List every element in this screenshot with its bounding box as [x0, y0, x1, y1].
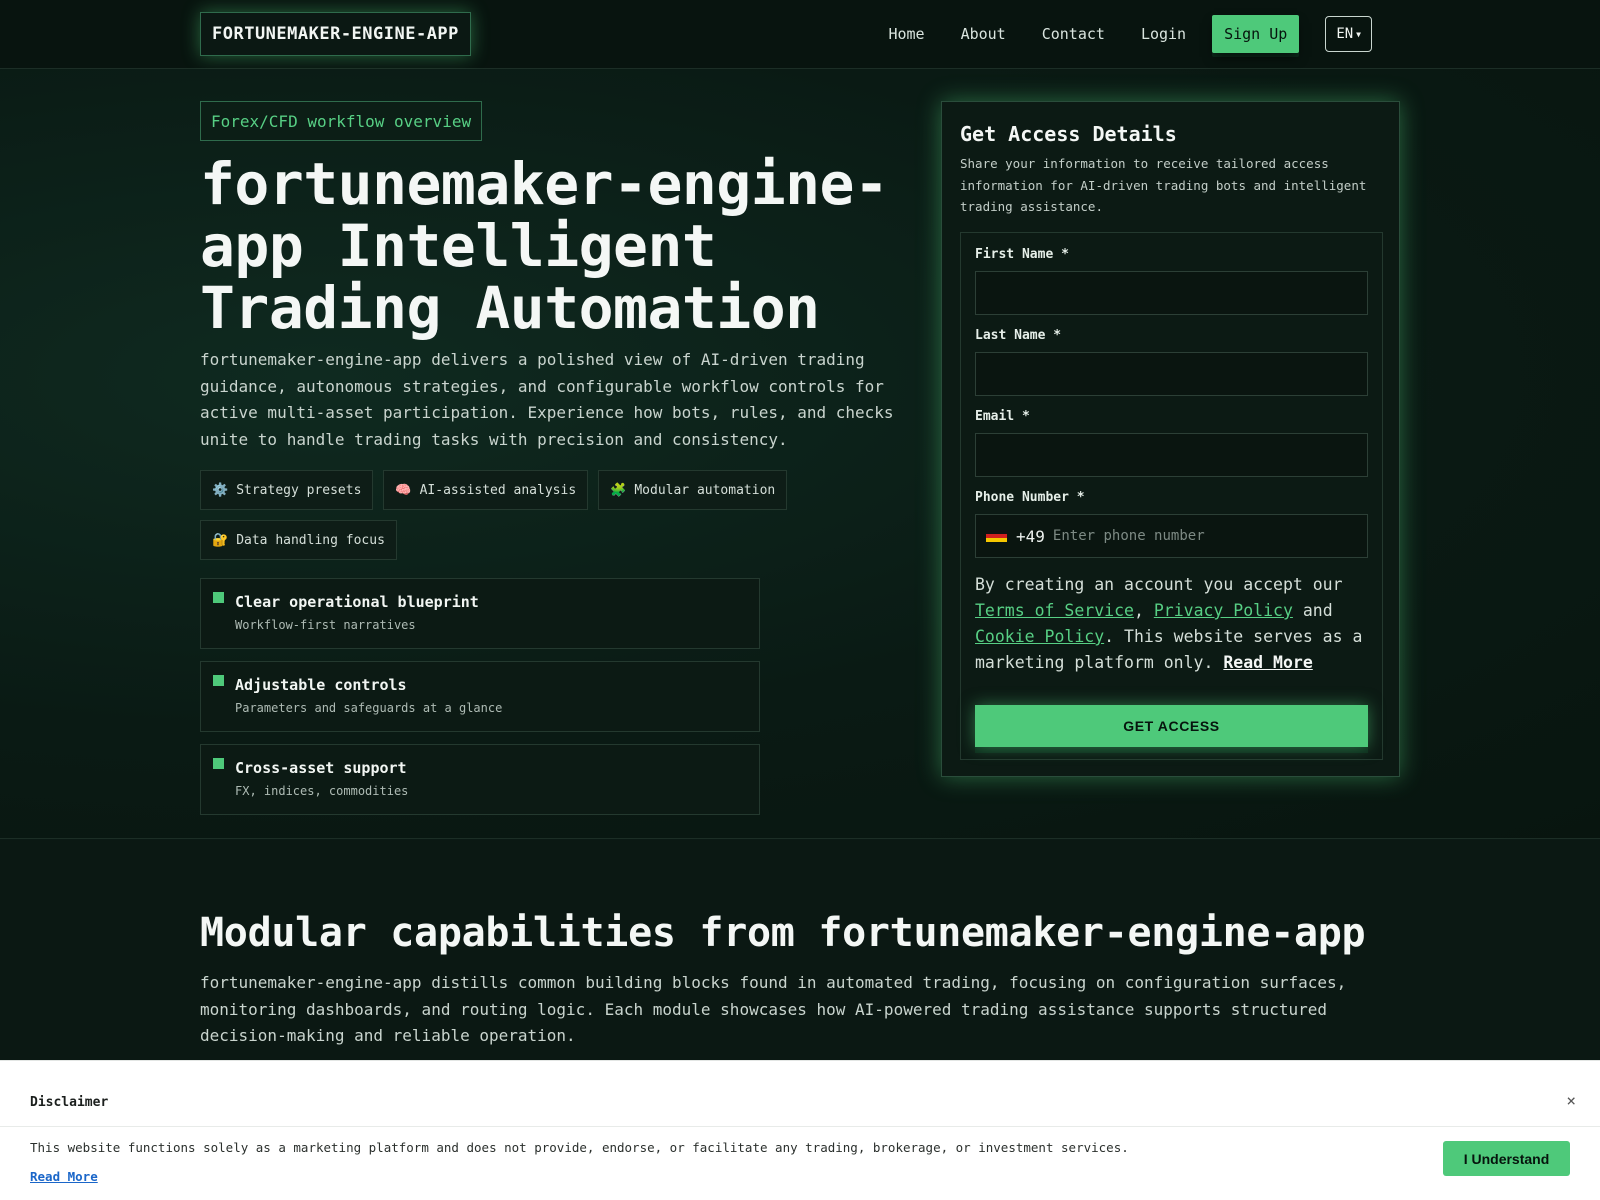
- feature-list: Clear operational blueprint Workflow-fir…: [200, 578, 760, 827]
- cookie-link[interactable]: Cookie Policy: [975, 627, 1104, 646]
- hero-badge: Forex/CFD workflow overview: [200, 101, 483, 141]
- chip-ai-analysis: 🧠 AI-assisted analysis: [383, 470, 589, 510]
- access-form-card: Get Access Details Share your informatio…: [941, 101, 1400, 777]
- phone-dial-code: +49: [1016, 526, 1045, 546]
- brain-icon: 🧠: [395, 482, 412, 498]
- chip-modular-automation: 🧩 Modular automation: [598, 470, 788, 510]
- email-label: Email *: [975, 409, 1030, 424]
- disclaimer-banner: Disclaimer × This website functions sole…: [0, 1060, 1600, 1200]
- section-description: fortunemaker-engine-app distills common …: [200, 973, 1347, 1045]
- form-subtitle: Share your information to receive tailor…: [960, 156, 1367, 214]
- feature-chips: ⚙️ Strategy presets 🧠 AI-assisted analys…: [200, 470, 820, 560]
- de-flag-icon[interactable]: [986, 529, 1007, 543]
- sign-up-button[interactable]: Sign Up: [1212, 15, 1300, 53]
- last-name-label: Last Name *: [975, 328, 1062, 343]
- logo[interactable]: FORTUNEMAKER-ENGINE-APP: [200, 12, 471, 56]
- first-name-label: First Name *: [975, 247, 1069, 262]
- privacy-link[interactable]: Privacy Policy: [1154, 601, 1293, 620]
- nav-link-login[interactable]: Login: [1141, 25, 1186, 43]
- legal-consent-text: By creating an account you accept our Te…: [975, 572, 1375, 676]
- first-name-input[interactable]: [975, 271, 1368, 315]
- close-icon[interactable]: ×: [1566, 1091, 1576, 1110]
- legal-comma: ,: [1133, 601, 1154, 620]
- feature-title: Cross-asset support: [235, 759, 407, 777]
- language-selector[interactable]: EN ▼: [1325, 16, 1372, 52]
- disclaimer-header: Disclaimer ×: [0, 1061, 1600, 1127]
- form-title: Get Access Details: [960, 122, 1177, 146]
- read-more-link[interactable]: Read More: [1223, 653, 1312, 672]
- i-understand-button[interactable]: I Understand: [1443, 1141, 1570, 1176]
- feature-subtitle: FX, indices, commodities: [235, 784, 409, 798]
- chip-data-handling: 🔐 Data handling focus: [200, 520, 397, 560]
- feature-title: Clear operational blueprint: [235, 593, 479, 611]
- feature-card: Cross-asset support FX, indices, commodi…: [200, 744, 760, 815]
- chevron-down-icon: ▼: [1356, 29, 1361, 39]
- chip-label: Modular automation: [634, 482, 776, 498]
- gear-icon: ⚙️: [212, 482, 229, 498]
- bullet-square-icon: [213, 592, 224, 603]
- phone-placeholder: Enter phone number: [1052, 528, 1205, 544]
- legal-and: and: [1292, 601, 1333, 620]
- feature-subtitle: Parameters and safeguards at a glance: [235, 701, 503, 715]
- phone-label: Phone Number *: [975, 490, 1085, 505]
- email-input[interactable]: [975, 433, 1368, 477]
- feature-title: Adjustable controls: [235, 676, 407, 694]
- nav-link-about[interactable]: About: [961, 25, 1006, 43]
- nav-link-home[interactable]: Home: [888, 25, 924, 43]
- chip-label: Strategy presets: [236, 482, 362, 498]
- disclaimer-title: Disclaimer: [30, 1095, 109, 1110]
- signup-form: First Name * Last Name * Email * Phone N…: [960, 232, 1383, 760]
- chip-label: Data handling focus: [236, 532, 385, 548]
- chip-strategy-presets: ⚙️ Strategy presets: [200, 470, 374, 510]
- feature-card: Adjustable controls Parameters and safeg…: [200, 661, 760, 732]
- nav-link-contact[interactable]: Contact: [1042, 25, 1105, 43]
- hero-section: Forex/CFD workflow overview fortunemaker…: [0, 69, 1600, 839]
- bullet-square-icon: [213, 758, 224, 769]
- disclaimer-read-more-link[interactable]: Read More: [30, 1169, 98, 1184]
- hero-description: fortunemaker-engine-app delivers a polis…: [200, 350, 894, 449]
- language-label: EN: [1336, 26, 1354, 42]
- feature-card: Clear operational blueprint Workflow-fir…: [200, 578, 760, 649]
- get-access-button[interactable]: GET ACCESS: [975, 705, 1368, 747]
- chip-label: AI-assisted analysis: [419, 482, 577, 498]
- legal-prefix: By creating an account you accept our: [975, 575, 1343, 594]
- capabilities-section: Modular capabilities from fortunemaker-e…: [0, 840, 1600, 1060]
- feature-subtitle: Workflow-first narratives: [235, 618, 416, 632]
- phone-input[interactable]: +49 Enter phone number: [975, 514, 1368, 558]
- last-name-input[interactable]: [975, 352, 1368, 396]
- puzzle-icon: 🧩: [610, 482, 627, 498]
- nav-links: Home About Contact Login Sign Up EN ▼: [852, 15, 1372, 53]
- bullet-square-icon: [213, 675, 224, 686]
- top-navbar: FORTUNEMAKER-ENGINE-APP Home About Conta…: [0, 0, 1600, 69]
- disclaimer-text: This website functions solely as a marke…: [30, 1140, 1129, 1155]
- terms-link[interactable]: Terms of Service: [975, 601, 1134, 620]
- lock-icon: 🔐: [212, 532, 229, 548]
- section-title: Modular capabilities from fortunemaker-e…: [200, 910, 1366, 956]
- hero-title: fortunemaker-engine-app Intelligent Trad…: [200, 150, 889, 342]
